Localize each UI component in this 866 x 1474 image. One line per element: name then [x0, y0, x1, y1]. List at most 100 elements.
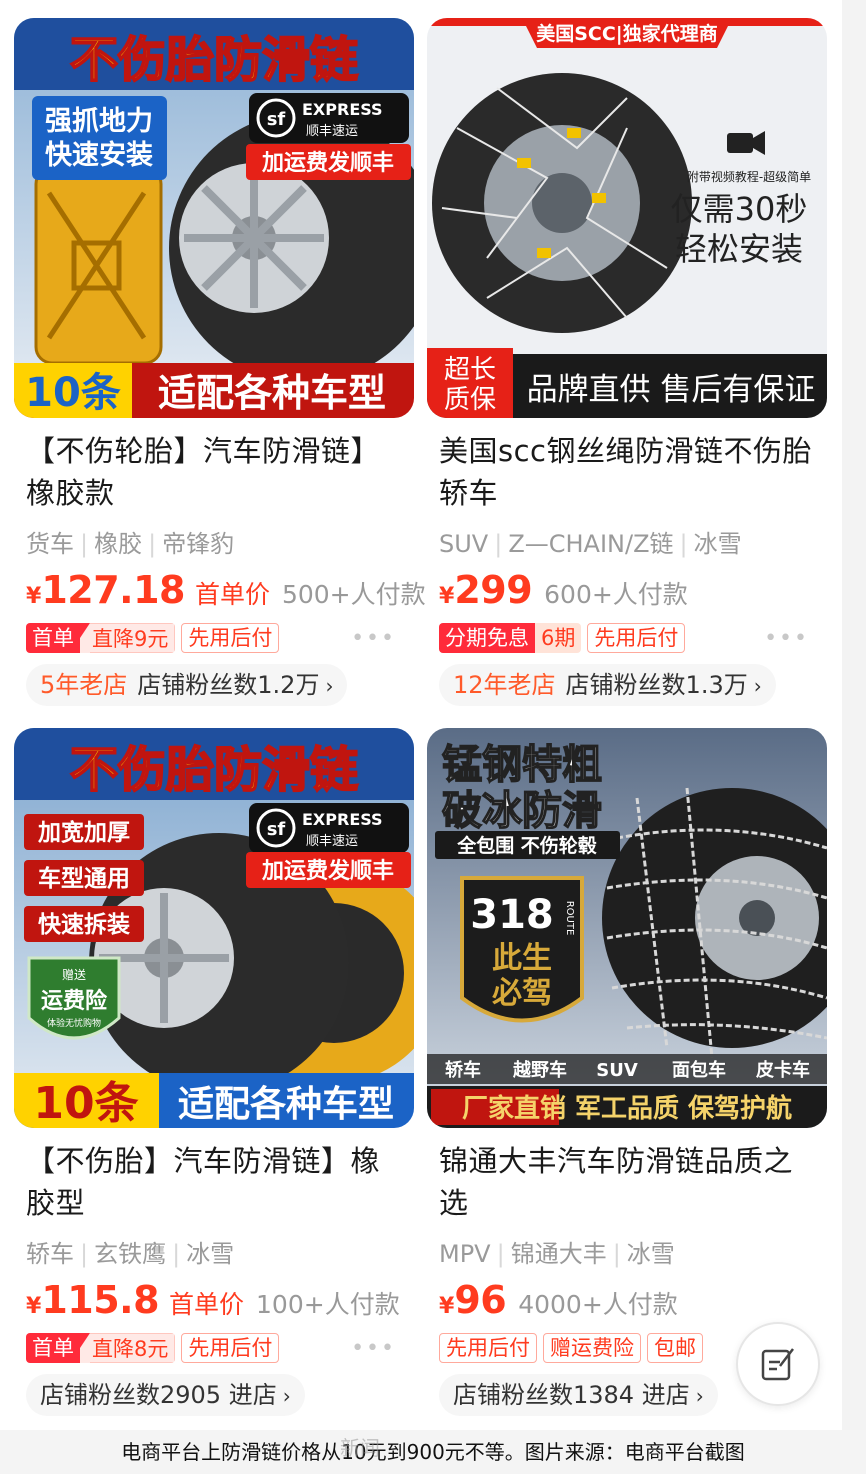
product-title[interactable]: 美国scc钢丝绳防滑链不伤胎轿车 [427, 430, 827, 514]
image-side-text: 强抓地力 [45, 106, 153, 137]
image-banner-text: 不伤胎防滑链 [70, 742, 358, 798]
fit-label: 适配各种车型 [178, 1084, 394, 1125]
product-card[interactable]: 美国SCC|独家代理商 附带视频教程-超级简单 仅需30秒 轻松安装 超长 质保… [427, 18, 827, 706]
vehicle-type: 皮卡车 [756, 1059, 810, 1081]
product-tags: MPV | 锦通大丰 | 冰雪 [439, 1240, 675, 1268]
image-side-text: 车型通用 [38, 865, 130, 892]
price-note: 首单价 [194, 580, 270, 609]
badge-left: 分期免息 [439, 623, 535, 653]
express-cn-text: 顺丰速运 [306, 834, 358, 849]
pay-later-badge: 先用后付 [181, 623, 280, 653]
shield-main-text: 运费险 [41, 988, 108, 1014]
vehicle-type: 轿车 [445, 1059, 481, 1081]
sales-count: 500+人付款 [281, 580, 426, 609]
product-image-art: 不伤胎防滑链 强抓地力 快速安装 sf EXPRESS 顺丰速运 加运费发顺丰 … [14, 18, 414, 418]
scrollbar-track[interactable] [842, 0, 866, 1430]
image-ribbon-text: 美国SCC|独家代理商 [536, 22, 718, 45]
shield-top-text: 赠送 [62, 967, 86, 982]
chevron-right-icon: › [282, 1384, 291, 1408]
product-tags: SUV | Z—CHAIN/Z链 | 冰雪 [439, 530, 742, 558]
route-word: ROUTE [564, 901, 575, 936]
route-number: 318 [470, 892, 554, 938]
shop-entry[interactable]: 店铺粉丝数2905 进店 › [26, 1374, 305, 1416]
tag: 冰雪 [626, 1240, 675, 1268]
image-side-text: 快速安装 [45, 140, 153, 171]
badge-right: 直降9元 [90, 623, 176, 653]
image-banner-text: 不伤胎防滑链 [70, 32, 358, 88]
vehicle-type: 面包车 [672, 1059, 726, 1081]
count-label: 10条 [33, 1078, 138, 1128]
shipping-insurance-badge: 赠运费险 [543, 1333, 641, 1363]
more-icon[interactable]: ••• [351, 626, 396, 651]
install-text: 仅需30秒 [671, 190, 808, 228]
product-title[interactable]: 【不伤轮胎】汽车防滑链】橡胶款 [14, 430, 414, 514]
product-image-art: 不伤胎防滑链 加宽加厚 车型通用 快速拆装 赠送 运费险 体验无忧购物 sf E… [14, 728, 414, 1128]
image-caption: 电商平台上防滑链价格从10元到900元不等。图片来源：电商平台截图 [0, 1430, 866, 1474]
tag: 玄铁鹰 [94, 1240, 167, 1268]
more-icon[interactable]: ••• [351, 1336, 396, 1361]
corner-text: 超长 [444, 355, 496, 385]
image-side-text: 加宽加厚 [37, 819, 130, 846]
count-label: 10条 [25, 370, 121, 416]
shop-entry[interactable]: 12年老店 店铺粉丝数1.3万 › [439, 664, 776, 706]
image-side-text: 快速拆装 [38, 911, 130, 938]
tag: 锦通大丰 [510, 1240, 607, 1268]
vehicle-type: SUV [596, 1060, 638, 1081]
first-order-badge: 首单 直降9元 [26, 623, 176, 653]
product-card[interactable]: 锰钢特粗 破冰防滑 全包围 不伤轮毂 318 ROUTE 此生 必驾 轿车 越野… [427, 728, 827, 1416]
bottom-label: 厂家直销 军工品质 保驾护航 [462, 1093, 792, 1124]
product-image[interactable]: 美国SCC|独家代理商 附带视频教程-超级简单 仅需30秒 轻松安装 超长 质保… [427, 18, 827, 418]
tag: 货车 [26, 530, 74, 558]
shop-entry[interactable]: 店铺粉丝数1384 进店 › [439, 1374, 718, 1416]
express-cn-text: 顺丰速运 [306, 124, 358, 139]
watermark: 新闻 [340, 1436, 380, 1460]
tag: 冰雪 [186, 1240, 235, 1268]
chevron-right-icon: › [325, 674, 334, 698]
enter-shop-label: 进店 [228, 1381, 277, 1409]
price: 96 [454, 1278, 507, 1322]
sf-logo-text: sf [267, 819, 286, 840]
shop-fans: 店铺粉丝数1.2万 [137, 671, 320, 699]
express-text: EXPRESS [302, 810, 383, 829]
product-image-art: 美国SCC|独家代理商 附带视频教程-超级简单 仅需30秒 轻松安装 超长 质保… [427, 18, 827, 418]
shop-age: 12年老店 [453, 671, 556, 699]
shipping-note: 加运费发顺丰 [261, 150, 394, 176]
tag: Z—CHAIN/Z链 [508, 530, 674, 558]
product-image[interactable]: 不伤胎防滑链 加宽加厚 车型通用 快速拆装 赠送 运费险 体验无忧购物 sf E… [14, 728, 414, 1128]
lightning-icon [80, 623, 90, 653]
sales-count: 4000+人付款 [518, 1290, 678, 1319]
route-text: 必驾 [492, 976, 552, 1011]
install-text: 轻松安装 [675, 230, 803, 268]
pay-later-badge: 先用后付 [587, 623, 686, 653]
product-card[interactable]: 不伤胎防滑链 强抓地力 快速安装 sf EXPRESS 顺丰速运 加运费发顺丰 … [14, 18, 426, 706]
lightning-icon [80, 1333, 90, 1363]
price-row: ¥ 96 4000+人付款 [427, 1278, 827, 1324]
tag: 冰雪 [693, 530, 742, 558]
currency-symbol: ¥ [439, 584, 455, 609]
pay-later-badge: 先用后付 [439, 1333, 537, 1363]
product-title[interactable]: 【不伤胎】汽车防滑链】橡胶型 [14, 1140, 414, 1224]
price: 299 [454, 568, 533, 612]
badge-left: 首单 [26, 623, 80, 653]
bottom-label: 品牌直供 售后有保证 [527, 372, 816, 408]
badge-right: 直降8元 [90, 1333, 176, 1363]
sf-logo-text: sf [267, 109, 286, 130]
headline-text: 锰钢特粗 [442, 742, 602, 788]
sub-label: 全包围 不伤轮毂 [456, 834, 597, 857]
more-icon[interactable]: ••• [764, 626, 809, 651]
product-card[interactable]: 不伤胎防滑链 加宽加厚 车型通用 快速拆装 赠送 运费险 体验无忧购物 sf E… [14, 728, 414, 1416]
video-caption: 附带视频教程-超级简单 [687, 169, 811, 184]
chevron-right-icon: › [753, 674, 762, 698]
product-tags: 轿车 | 玄铁鹰 | 冰雪 [26, 1240, 235, 1268]
shop-age: 5年老店 [40, 671, 128, 699]
shop-fans: 店铺粉丝数2905 [40, 1381, 222, 1409]
product-image[interactable]: 不伤胎防滑链 强抓地力 快速安装 sf EXPRESS 顺丰速运 加运费发顺丰 … [14, 18, 414, 418]
shop-entry[interactable]: 5年老店 店铺粉丝数1.2万 › [26, 664, 348, 706]
product-image[interactable]: 锰钢特粗 破冰防滑 全包围 不伤轮毂 318 ROUTE 此生 必驾 轿车 越野… [427, 728, 827, 1128]
video-icon [727, 133, 753, 153]
edit-button[interactable] [736, 1322, 820, 1406]
currency-symbol: ¥ [26, 1294, 42, 1319]
shop-fans: 店铺粉丝数1384 [453, 1381, 635, 1409]
product-title[interactable]: 锦通大丰汽车防滑链品质之选 [427, 1140, 827, 1224]
tag: 轿车 [26, 1240, 74, 1268]
